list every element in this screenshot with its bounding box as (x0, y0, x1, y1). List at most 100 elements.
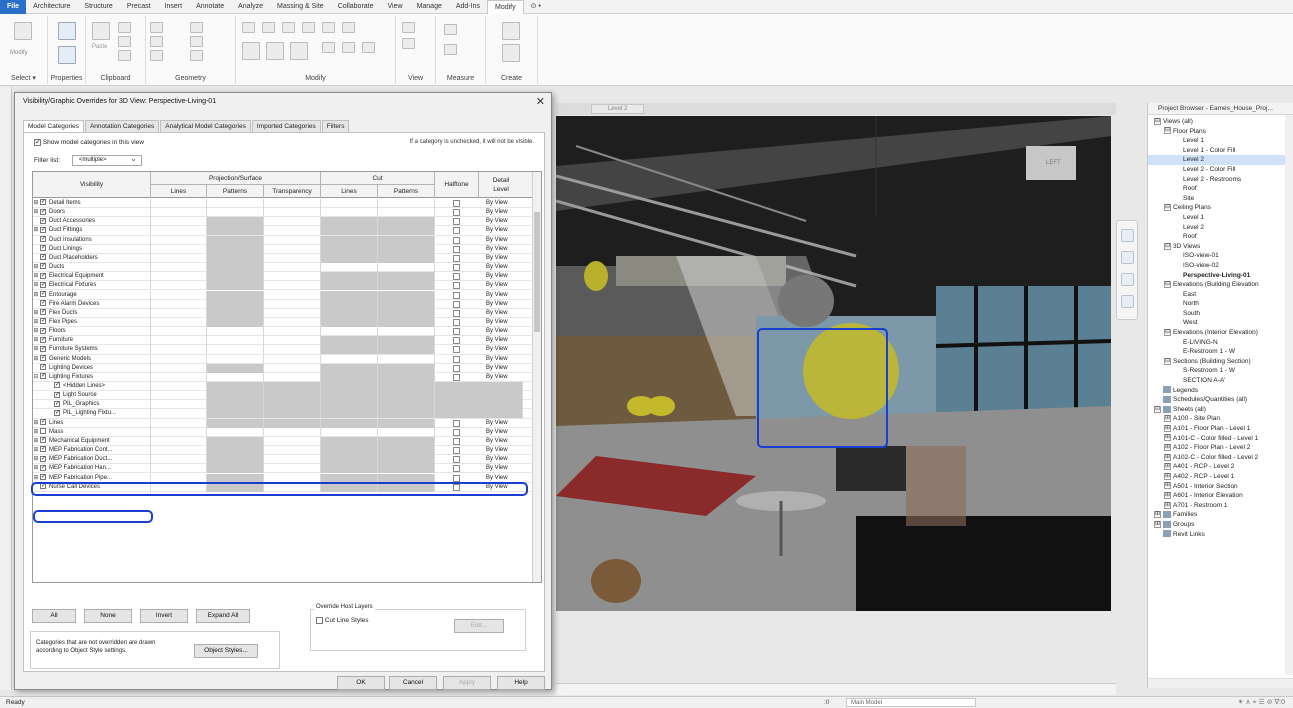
halftone-checkbox[interactable] (453, 227, 460, 235)
viewcube-face-label[interactable]: LEFT (1046, 160, 1061, 166)
table-row[interactable]: ⊞ Mass By View (33, 427, 533, 437)
project-browser-hscrollbar[interactable] (1148, 678, 1293, 688)
split-icon[interactable] (322, 22, 335, 33)
browser-node[interactable]: Revit Links (1148, 530, 1293, 540)
override-cell[interactable] (321, 464, 378, 474)
tab-analytical-model-categories[interactable]: Analytical Model Categories (160, 120, 251, 132)
category-visibility-checkbox[interactable] (40, 419, 46, 426)
table-row[interactable]: ⊟ Lighting Fixtures By View (33, 372, 533, 382)
array-icon[interactable] (322, 42, 335, 53)
detail-level-cell[interactable]: By View (486, 217, 508, 226)
tree-toggle-icon[interactable]: ⊟ (1164, 204, 1171, 212)
override-cell[interactable] (207, 382, 264, 391)
override-cell[interactable] (207, 372, 264, 382)
cut-icon[interactable] (118, 22, 131, 33)
override-cell[interactable] (207, 354, 264, 364)
override-cell[interactable] (378, 446, 435, 456)
browser-node[interactable]: ⊟ Ceiling Plans (1148, 203, 1293, 213)
halftone-checkbox[interactable] (453, 282, 460, 290)
override-cell[interactable] (378, 455, 435, 465)
override-cell[interactable] (151, 253, 207, 263)
halftone-checkbox[interactable] (453, 428, 460, 436)
override-cell[interactable] (321, 354, 378, 364)
table-scrollbar[interactable] (532, 172, 541, 582)
category-visibility-checkbox[interactable] (40, 217, 46, 225)
scale-icon[interactable] (342, 42, 355, 53)
tree-toggle-icon[interactable]: ⊟ (1164, 280, 1171, 288)
override-cell[interactable] (151, 263, 207, 273)
table-scrollbar-thumb[interactable] (534, 212, 540, 332)
detail-level-cell[interactable]: By View (486, 364, 508, 373)
override-cell[interactable] (264, 400, 321, 410)
override-cell[interactable] (378, 299, 435, 309)
expand-toggle-icon[interactable]: ⊞ (33, 199, 39, 208)
table-row[interactable]: Duct Insulations By View (33, 235, 533, 245)
override-cell[interactable] (378, 436, 435, 446)
category-visibility-checkbox[interactable] (40, 281, 46, 289)
halftone-checkbox[interactable] (453, 419, 460, 427)
override-cell[interactable] (207, 263, 264, 273)
browser-node[interactable]: ⊟ Views (all) (1148, 117, 1293, 127)
browser-node[interactable]: ⊞ A101-C - Color filled - Level 1 (1148, 434, 1293, 444)
category-visibility-checkbox[interactable] (40, 309, 46, 316)
browser-node[interactable]: Level 1 (1148, 136, 1293, 146)
halftone-checkbox[interactable] (453, 309, 460, 317)
override-cell[interactable] (264, 253, 321, 263)
detail-level-cell[interactable]: By View (486, 281, 508, 290)
override-cell[interactable] (264, 226, 321, 236)
halftone-checkbox[interactable] (453, 318, 460, 326)
override-cell[interactable] (151, 345, 207, 355)
override-cell[interactable] (207, 217, 264, 227)
browser-node[interactable]: Roof (1148, 232, 1293, 242)
category-visibility-checkbox[interactable] (54, 409, 60, 417)
override-cell[interactable] (151, 217, 207, 227)
tree-toggle-icon[interactable]: ⊟ (1164, 357, 1171, 365)
override-cell[interactable] (207, 290, 264, 300)
detail-level-cell[interactable]: By View (486, 318, 508, 327)
category-visibility-checkbox[interactable] (40, 254, 46, 261)
expand-toggle-icon[interactable]: ⊞ (33, 281, 39, 290)
table-row[interactable]: ⊞ Furniture By View (33, 336, 533, 346)
menu-tab-modify[interactable]: Modify (486, 0, 524, 14)
browser-node[interactable]: ⊟ Sheets (all) (1148, 405, 1293, 415)
table-row[interactable]: ⊞ Duct Fittings By View (33, 226, 533, 236)
tree-toggle-icon[interactable]: ⊟ (1154, 117, 1161, 125)
override-cell[interactable] (321, 372, 378, 382)
override-cell[interactable] (207, 464, 264, 474)
paste-icon[interactable] (92, 22, 110, 40)
col-visibility[interactable]: Visibility (33, 172, 151, 198)
override-cell[interactable] (264, 464, 321, 474)
override-cell[interactable] (264, 199, 321, 208)
override-cell[interactable] (321, 272, 378, 282)
expand-all-button[interactable]: Expand All (196, 609, 250, 623)
detail-level-cell[interactable]: By View (486, 309, 508, 318)
category-visibility-checkbox[interactable] (40, 245, 46, 252)
zoom-icon[interactable] (1121, 251, 1134, 264)
override-cell[interactable] (207, 409, 264, 419)
halftone-checkbox[interactable] (453, 200, 460, 207)
cut-geometry-icon[interactable] (150, 36, 163, 47)
table-row[interactable]: ⊞ MEP Fabrication Han... By View (33, 464, 533, 474)
rotate-icon[interactable] (290, 42, 308, 60)
table-row[interactable]: PIL_Lighting Fixtu... (33, 409, 533, 419)
detail-level-cell[interactable]: By View (486, 336, 508, 345)
browser-node[interactable]: E-LIVING-N (1148, 338, 1293, 348)
override-cell[interactable] (378, 281, 435, 291)
none-button[interactable]: None (84, 609, 132, 623)
override-cell[interactable] (321, 345, 378, 355)
override-cell[interactable] (207, 281, 264, 291)
browser-node[interactable]: East (1148, 290, 1293, 300)
category-visibility-checkbox[interactable] (40, 464, 46, 472)
override-cell[interactable] (151, 208, 207, 218)
browser-node[interactable]: ⊟ Floor Plans (1148, 127, 1293, 137)
override-cell[interactable] (264, 455, 321, 465)
tab-imported-categories[interactable]: Imported Categories (251, 120, 321, 132)
browser-node[interactable]: ⊞ A100 - Site Plan (1148, 414, 1293, 424)
override-cell[interactable] (264, 290, 321, 300)
browser-node[interactable]: ⊞ A501 - Interior Section (1148, 482, 1293, 492)
table-row[interactable]: ⊞ Flex Ducts By View (33, 308, 533, 318)
expand-toggle-icon[interactable]: ⊞ (33, 327, 39, 336)
show-model-categories-checkbox[interactable] (34, 138, 41, 147)
detail-level-cell[interactable]: By View (486, 199, 508, 208)
override-cell[interactable] (207, 391, 264, 401)
